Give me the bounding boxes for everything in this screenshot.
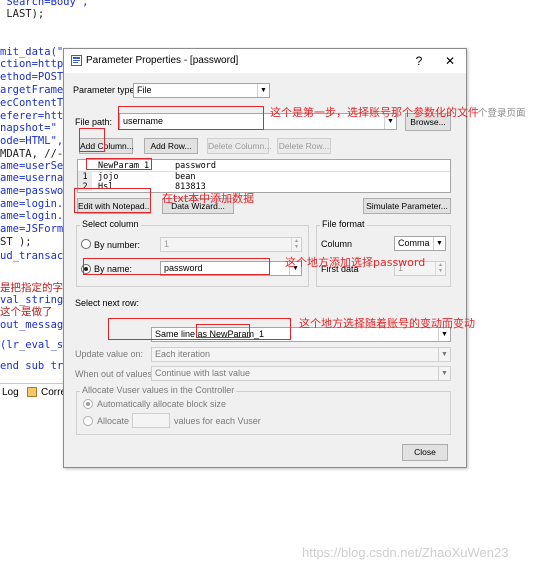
file-path-label: File path: — [75, 117, 113, 127]
annotation-box-file-path — [118, 106, 264, 130]
select-column-title: Select column — [80, 219, 141, 229]
code-line: out_message — [0, 319, 70, 331]
table-cell: jojo — [98, 172, 119, 182]
code-line: end sub tra — [0, 360, 70, 372]
by-number-label[interactable]: By number: — [94, 240, 140, 250]
when-out-of-values-label: When out of values: — [75, 369, 155, 379]
code-line: 这个是做了 — [0, 306, 53, 318]
background-hint-text: 个登录页面 — [478, 108, 526, 119]
chevron-down-icon: ▼ — [257, 84, 269, 97]
annotation-box-add-column — [79, 128, 105, 152]
code-line: ame=login.y — [0, 210, 70, 222]
chevron-down-icon: ▼ — [433, 237, 445, 250]
annotation-box-newparam-value — [196, 324, 250, 338]
annotation-box-by-name — [83, 258, 270, 275]
correlation-icon — [27, 387, 37, 397]
allocate-vuser-title: Allocate Vuser values in the Controller — [80, 385, 237, 395]
by-number-radio[interactable] — [81, 239, 91, 249]
table-cell: bean — [175, 172, 196, 182]
file-format-title: File format — [320, 219, 367, 229]
code-line: ame=JSFormS — [0, 223, 70, 235]
delete-column-button[interactable]: Delete Column... — [207, 138, 271, 154]
code-line: argetFrame= — [0, 84, 70, 96]
annotation-follow-account-text: 这个地方选择随着账号的变动而变动 — [299, 317, 475, 330]
table-header-cell: password — [175, 161, 216, 171]
auto-allocate-label: Automatically allocate block size — [97, 399, 227, 409]
spinner-arrows-icon: ▲ ▼ — [435, 262, 445, 275]
help-button[interactable]: ? — [409, 52, 429, 70]
parameter-type-select[interactable]: File ▼ — [133, 83, 270, 98]
code-line: ame=usernam — [0, 172, 70, 184]
select-column-group — [76, 225, 309, 287]
parameter-type-label: Parameter type: — [73, 85, 138, 95]
auto-allocate-radio[interactable] — [83, 399, 93, 409]
code-line: (lr_eval_s — [0, 339, 64, 351]
code-line: ction=http: — [0, 58, 70, 70]
code-line: ode=HTML", — [0, 135, 64, 147]
spinner-arrows-icon: ▲ ▼ — [291, 238, 301, 251]
code-line: napshot=" — [0, 122, 57, 134]
tab-log[interactable]: Log — [2, 387, 19, 398]
annotation-step1-text: 这个是第一步，选择账号那个参数化的文件 — [270, 106, 479, 119]
code-line: LAST); — [0, 8, 45, 20]
simulate-parameter-button[interactable]: Simulate Parameter... — [363, 198, 451, 214]
code-line: ethod=POST" — [0, 71, 70, 83]
close-button[interactable]: Close — [402, 444, 448, 461]
output-tab-bar: Log Corre — [0, 383, 66, 400]
dialog-title: Parameter Properties - [password] — [86, 55, 239, 66]
parameter-icon — [71, 55, 82, 66]
allocate-radio[interactable] — [83, 416, 93, 426]
chevron-down-icon: ▼ — [438, 367, 450, 380]
dialog-titlebar: Parameter Properties - [password] ? ✕ — [64, 49, 466, 73]
allocate-suffix-label: values for each Vuser — [174, 416, 261, 426]
row-number: 1 — [78, 172, 92, 182]
chevron-down-icon: ▼ — [438, 348, 450, 361]
annotation-add-data-text: 在txt本中添加数据 — [162, 192, 255, 205]
delete-row-button[interactable]: Delete Row... — [277, 138, 331, 154]
column-label: Column — [321, 239, 353, 249]
by-number-spinner[interactable]: 1 ▲ ▼ — [160, 237, 302, 252]
annotation-select-password-text: 这个地方添加选择password — [285, 256, 426, 269]
select-next-row-label: Select next row: — [75, 298, 140, 308]
annotation-box-edit-notepad — [74, 188, 151, 213]
when-out-of-values-select[interactable]: Continue with last value ▼ — [151, 366, 451, 381]
allocate-label: Allocate — [97, 416, 130, 426]
column-delimiter-select[interactable]: Comma ▼ — [394, 236, 446, 251]
update-value-select[interactable]: Each iteration ▼ — [151, 347, 451, 362]
add-row-button[interactable]: Add Row... — [144, 138, 198, 154]
update-value-label: Update value on: — [75, 349, 144, 359]
table-row[interactable]: 1 jojo bean — [78, 172, 450, 182]
watermark-text: https://blog.csdn.net/ZhaoXuWen23 — [302, 545, 509, 560]
code-line: ST ); — [0, 236, 32, 248]
close-icon[interactable]: ✕ — [440, 52, 460, 70]
allocate-block-input[interactable] — [132, 413, 170, 428]
annotation-box-newparam-header — [86, 158, 152, 170]
code-line: ame=passwor — [0, 185, 70, 197]
